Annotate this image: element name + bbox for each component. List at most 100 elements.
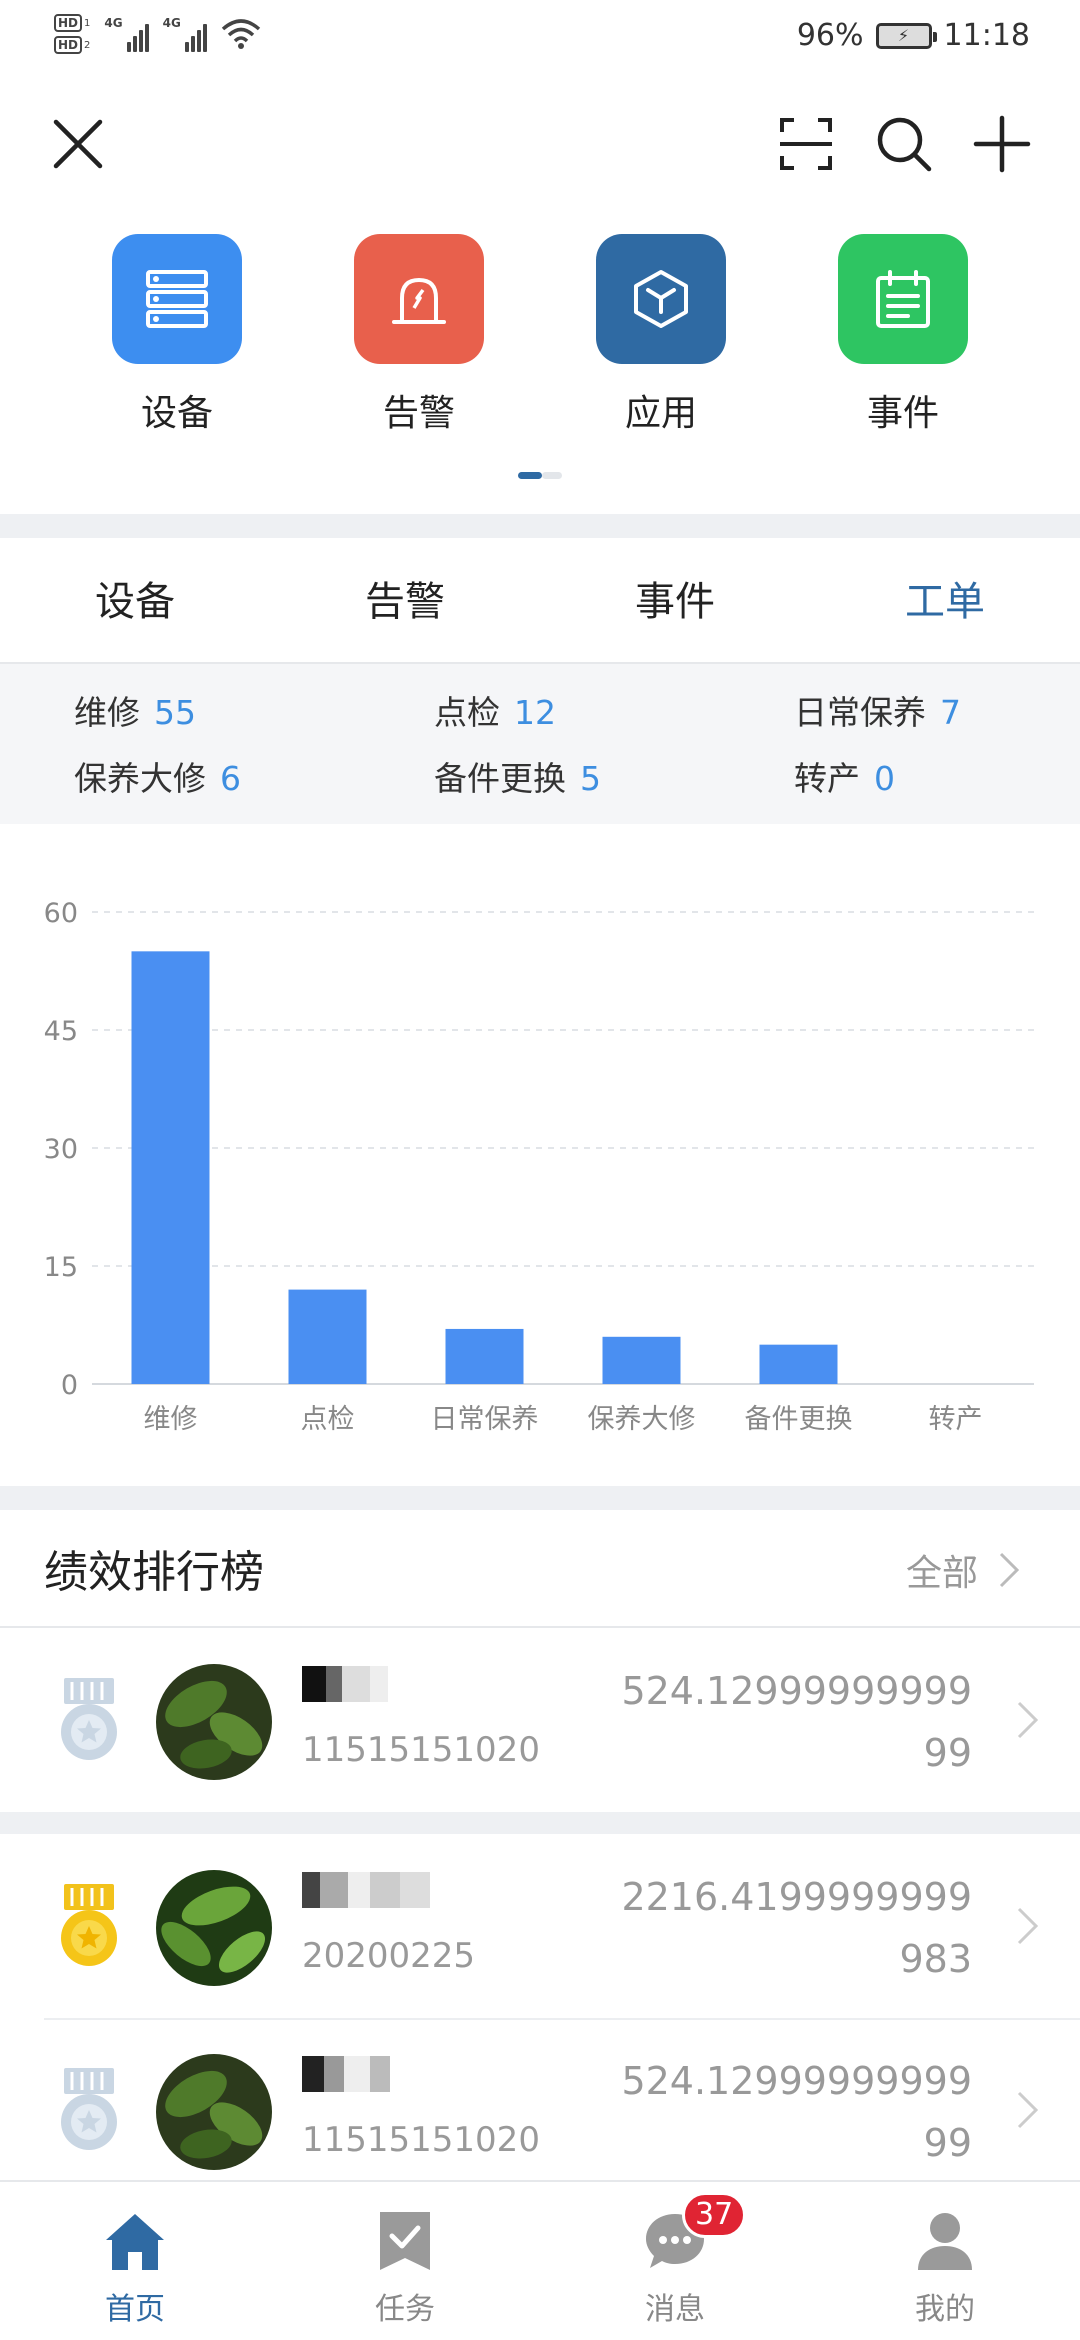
nav-message[interactable]: 37 消息 (540, 2182, 810, 2340)
avatar (156, 1870, 272, 1986)
hd2-indicator: HD 2 (54, 36, 90, 54)
ranking-row[interactable]: 11515151020 524.1299999999999 (0, 1630, 1080, 1812)
user-id: 11515151020 (302, 1730, 540, 1770)
x-tick-label: 保养大修 (588, 1404, 696, 1435)
chevron-right-icon (1017, 2091, 1039, 2129)
tab-device[interactable]: 设备 (0, 540, 270, 662)
stat-repair: 维修 55 (74, 686, 196, 734)
quick-item-event[interactable]: 事件 (823, 234, 983, 436)
row-group-divider (0, 1812, 1080, 1834)
user-id: 11515151020 (302, 2120, 540, 2160)
bar (445, 1328, 524, 1384)
stat-overhaul: 保养大修 6 (74, 752, 241, 800)
status-bar-right: 96% ⚡ 11:18 (797, 18, 1030, 53)
quick-label-device: 设备 (140, 393, 213, 434)
scan-icon[interactable] (776, 114, 836, 174)
quick-label-event: 事件 (866, 393, 939, 434)
work-order-stats: 维修 55 点检 12 日常保养 7 保养大修 6 备件更换 5 转产 0 (0, 664, 1080, 824)
signal-icon-sim1: 4G (104, 16, 149, 52)
network-type-2: 4G (162, 16, 181, 30)
wifi-icon (221, 19, 260, 49)
avatar (156, 1664, 272, 1780)
y-tick-label: 30 (44, 1134, 78, 1165)
x-tick-label: 点检 (301, 1404, 355, 1435)
calendar-icon (838, 234, 968, 364)
stat-label: 维修 (74, 693, 140, 732)
quick-item-alarm[interactable]: 告警 (339, 234, 499, 436)
nav-label-task: 任务 (375, 2292, 435, 2327)
work-order-bar-chart: 0 15 30 45 60 维修 点检 日常保养 保养大修 备件更换 转产 (0, 870, 1080, 1460)
user-icon (918, 2213, 972, 2270)
ranking-title: 绩效排行榜 (44, 1547, 264, 1598)
gold-medal-icon (61, 1884, 117, 1966)
hd-indicators: HD 1 HD 2 (54, 14, 90, 54)
clock: 11:18 (943, 18, 1030, 53)
hd1-sub: 1 (84, 17, 91, 29)
silver-medal-icon (61, 2068, 117, 2150)
quick-menu: 设备 告警 应用 事件 (0, 234, 1080, 434)
battery-icon: ⚡ (875, 22, 937, 49)
quick-label-alarm: 告警 (382, 393, 455, 434)
close-icon[interactable] (48, 114, 108, 174)
stat-value: 0 (874, 759, 895, 798)
bar (602, 1336, 681, 1384)
user-score: 524.1299999999999 (621, 2059, 972, 2165)
bar-chart-svg: 0 15 30 45 60 维修 点检 日常保养 保养大修 备件更换 转产 (44, 898, 1034, 1435)
user-score: 2216.4199999999983 (621, 1875, 972, 1981)
ranking-row[interactable]: 11515151020 524.1299999999999 (0, 2020, 1080, 2202)
alarm-light-icon (354, 234, 484, 364)
avatar (156, 2054, 272, 2170)
nav-label-mine: 我的 (915, 2292, 975, 2327)
quick-item-device[interactable]: 设备 (97, 234, 257, 436)
x-tick-label: 日常保养 (431, 1404, 539, 1435)
stat-value: 6 (220, 759, 241, 798)
x-tick-label: 维修 (144, 1404, 198, 1435)
nav-task[interactable]: 任务 (270, 2182, 540, 2340)
battery-percent: 96% (796, 18, 864, 53)
bar (131, 951, 210, 1384)
stat-value: 55 (154, 693, 196, 732)
tab-work-order[interactable]: 工单 (810, 540, 1080, 662)
hd1-label: HD (54, 14, 83, 32)
ranking-all-label: 全部 (905, 1553, 978, 1594)
page-dot-active (518, 472, 542, 479)
top-toolbar (0, 100, 1080, 190)
plus-icon[interactable] (972, 114, 1032, 174)
user-name-redacted (302, 1666, 388, 1702)
network-type-1: 4G (104, 16, 123, 30)
home-icon (106, 2214, 164, 2270)
stat-label: 备件更换 (434, 759, 566, 798)
section-divider (0, 514, 1080, 538)
ranking-all-link[interactable]: 全部 (906, 1544, 1020, 1596)
y-tick-label: 60 (44, 898, 78, 929)
user-name-redacted (302, 2056, 390, 2092)
quick-item-app[interactable]: 应用 (581, 234, 741, 436)
x-tick-label: 转产 (929, 1404, 983, 1435)
stat-value: 12 (514, 693, 556, 732)
tab-event[interactable]: 事件 (540, 540, 810, 662)
search-icon[interactable] (874, 114, 934, 174)
nav-mine[interactable]: 我的 (810, 2182, 1080, 2340)
page-dot (542, 472, 562, 479)
page-indicator (518, 472, 562, 479)
stat-label: 点检 (434, 693, 500, 732)
ranking-row[interactable]: 20200225 2216.4199999999983 (0, 1836, 1080, 2018)
y-tick-label: 15 (44, 1252, 78, 1283)
bar (288, 1289, 367, 1384)
stat-inspection: 点检 12 (434, 686, 556, 734)
stat-value: 7 (940, 693, 961, 732)
bar (759, 1344, 838, 1384)
stat-changeover: 转产 0 (794, 752, 895, 800)
user-score: 524.1299999999999 (621, 1669, 972, 1775)
signal-icon-sim2: 4G (163, 16, 207, 52)
task-icon (380, 2212, 430, 2270)
device-list-icon (112, 234, 242, 364)
stat-label: 日常保养 (794, 693, 926, 732)
stat-label: 保养大修 (74, 759, 206, 798)
x-tick-label: 备件更换 (745, 1404, 853, 1435)
chevron-right-icon (1017, 1907, 1039, 1945)
silver-medal-icon (61, 1678, 117, 1760)
bottom-nav: 首页 任务 37 消息 我的 (0, 2180, 1080, 2340)
nav-home[interactable]: 首页 (0, 2182, 270, 2340)
tab-alarm[interactable]: 告警 (270, 540, 540, 662)
